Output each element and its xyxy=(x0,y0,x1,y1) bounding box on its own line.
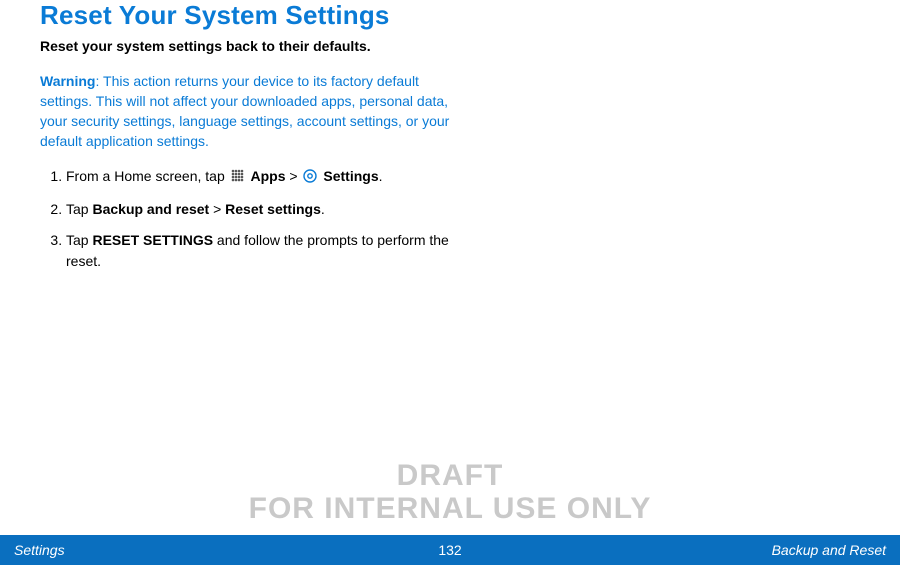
warning-label: Warning xyxy=(40,73,95,89)
apps-grid-icon xyxy=(231,168,245,189)
watermark-line2: FOR INTERNAL USE ONLY xyxy=(0,492,900,525)
steps-list: From a Home screen, tap Apps > xyxy=(40,166,450,272)
page-subtitle: Reset your system settings back to their… xyxy=(40,37,450,57)
step-1-apps: Apps xyxy=(251,168,286,184)
settings-gear-icon xyxy=(303,168,317,189)
watermark: DRAFT FOR INTERNAL USE ONLY xyxy=(0,459,900,525)
step-1-sep: > xyxy=(286,168,302,184)
step-3: Tap RESET SETTINGS and follow the prompt… xyxy=(66,230,450,272)
step-2-suffix: . xyxy=(321,201,325,217)
step-2-b: Reset settings xyxy=(225,201,321,217)
footer-left: Settings xyxy=(14,542,65,558)
footer-bar: Settings 132 Backup and Reset xyxy=(0,535,900,565)
step-2-sep: > xyxy=(209,201,225,217)
step-1-suffix: . xyxy=(379,168,383,184)
page-title: Reset Your System Settings xyxy=(40,0,450,31)
warning-sep: : xyxy=(95,73,103,89)
step-1-prefix: From a Home screen, tap xyxy=(66,168,229,184)
watermark-line1: DRAFT xyxy=(0,459,900,492)
step-2-prefix: Tap xyxy=(66,201,92,217)
step-2-a: Backup and reset xyxy=(92,201,209,217)
step-3-prefix: Tap xyxy=(66,232,92,248)
step-2: Tap Backup and reset > Reset settings. xyxy=(66,199,450,220)
warning-paragraph: Warning: This action returns your device… xyxy=(40,71,450,152)
footer-right: Backup and Reset xyxy=(772,542,886,558)
step-3-a: RESET SETTINGS xyxy=(92,232,213,248)
footer-page-number: 132 xyxy=(438,542,461,558)
step-1-settings: Settings xyxy=(323,168,378,184)
step-1: From a Home screen, tap Apps > xyxy=(66,166,450,189)
